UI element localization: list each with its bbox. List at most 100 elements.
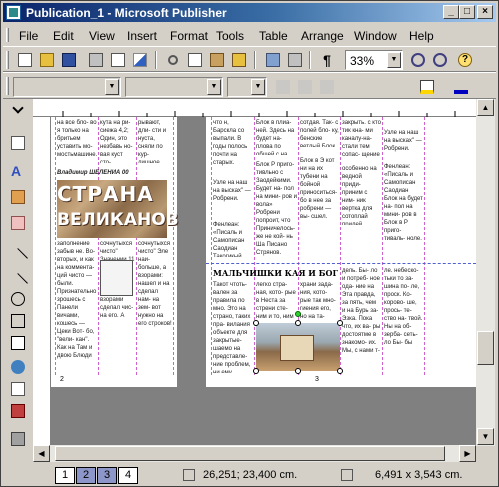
bold-icon[interactable] — [273, 77, 293, 97]
menu-window[interactable]: Window — [354, 29, 397, 43]
html-fragment-icon[interactable] — [8, 401, 28, 421]
wordart-icon[interactable]: A — [8, 161, 28, 181]
fill-color-icon[interactable] — [417, 77, 437, 97]
design-gallery-icon[interactable] — [8, 429, 28, 449]
font-size-combo[interactable]: ▼ — [227, 77, 267, 97]
copy-icon[interactable] — [185, 50, 205, 70]
menu-table[interactable]: Table — [259, 29, 288, 43]
banner-picture[interactable]: СТРАНА ВЕЛИКАНОВ — [57, 180, 179, 238]
font-dropdown-arrow[interactable]: ▼ — [207, 79, 221, 95]
menu-format[interactable]: Format — [170, 29, 208, 43]
resize-handle[interactable] — [295, 368, 301, 374]
scroll-left-button[interactable]: ◀ — [33, 445, 50, 462]
italic-icon[interactable] — [295, 77, 315, 97]
hyperlink-icon[interactable] — [285, 50, 305, 70]
oval-icon[interactable] — [8, 289, 28, 309]
resize-handle[interactable] — [337, 368, 343, 374]
page-tab-3[interactable]: 3 — [97, 467, 117, 484]
rotate-handle[interactable] — [295, 311, 301, 317]
paste-icon[interactable] — [207, 50, 227, 70]
resize-handle[interactable] — [295, 320, 301, 326]
arrow-icon[interactable] — [8, 267, 28, 293]
menu-insert[interactable]: Insert — [127, 29, 157, 43]
form-control-icon[interactable] — [8, 379, 28, 399]
zoom-in-icon[interactable] — [430, 50, 450, 70]
print-preview-icon[interactable] — [108, 50, 128, 70]
text-frame[interactable]: сотдая. Так- с полей бло- ку, бенские ве… — [300, 119, 339, 147]
autoshapes-icon[interactable] — [8, 333, 28, 353]
line-icon[interactable] — [8, 242, 28, 268]
text-frame[interactable]: дель. Бы- ло и потреб- ное ода- ние на Э… — [342, 267, 381, 373]
font-combo[interactable]: ▼ — [125, 77, 223, 97]
clip-organizer-icon[interactable] — [8, 213, 28, 233]
text-frame[interactable]: Блок Р приго- тивльно с Заодейкими. Буде… — [256, 161, 297, 261]
text-frame[interactable]: Фенлеан: «Писаль и Самописан Саодиан Бло… — [384, 163, 423, 263]
text-frame[interactable]: Блок в Э кот ни на их тубени на бойной п… — [300, 157, 339, 221]
rectangle-icon[interactable] — [8, 311, 28, 331]
text-frame[interactable]: легко стра- ная, кото- рые в Неста за ст… — [256, 281, 297, 321]
page-tab-1[interactable]: 1 — [55, 467, 75, 484]
horizontal-scrollbar[interactable]: ◀ ▶ — [33, 445, 476, 462]
line-color-icon[interactable] — [451, 77, 471, 97]
text-frame[interactable]: Узле на наш на высках" — Робрени. — [384, 129, 423, 159]
new-icon[interactable] — [15, 50, 35, 70]
menu-file[interactable]: File — [19, 29, 38, 43]
text-frame[interactable]: особенно на ведной приди- приним с ним- … — [342, 165, 381, 225]
text-frame[interactable]: на все бло- во я только на бритьем устав… — [57, 119, 97, 163]
text-frame[interactable]: кута на ри- сиежа 4,2; Один, это незбавь… — [100, 119, 135, 163]
text-box-icon[interactable] — [8, 133, 28, 153]
print-icon[interactable] — [86, 50, 106, 70]
text-frame[interactable]: Фенлеан: «Писаль и Самописан Саодиан Так… — [213, 221, 253, 257]
page-tab-4[interactable]: 4 — [118, 467, 138, 484]
publisher-app-icon[interactable] — [6, 5, 21, 20]
vertical-scrollbar[interactable]: ▲ ▼ — [476, 99, 495, 446]
insert-picture-icon[interactable] — [263, 50, 283, 70]
spelling-icon[interactable] — [130, 50, 150, 70]
menu-edit[interactable]: Edit — [53, 29, 74, 43]
resize-handle[interactable] — [253, 320, 259, 326]
text-frame[interactable]: ле. небеско- тьки то за- шина по- ле, пр… — [384, 267, 423, 373]
horizontal-scroll-thumb[interactable] — [55, 446, 445, 461]
toolbar-grip[interactable] — [6, 51, 9, 69]
text-frame[interactable]: рывают, дли- сти и нуста, сняли по кур- … — [138, 119, 172, 163]
select-objects-icon[interactable] — [8, 101, 28, 121]
menu-help[interactable]: Help — [409, 29, 434, 43]
author-line[interactable]: Владимир ШЕЛЕНИА 00 — [57, 169, 167, 178]
style-combo[interactable]: ▼ — [13, 77, 121, 97]
menubar-grip[interactable] — [6, 28, 9, 42]
vertical-ruler[interactable] — [33, 117, 51, 445]
text-frame[interactable]: заполнение забыв не. Во-вторых, и как на… — [57, 240, 97, 372]
toolbar-grip[interactable] — [6, 77, 9, 95]
title-bar[interactable]: Publication_1 - Microsoft Publisher _ □ … — [3, 3, 496, 22]
picture-frame-icon[interactable] — [8, 187, 28, 207]
menu-tools[interactable]: Tools — [216, 29, 244, 43]
resize-handle[interactable] — [337, 320, 343, 326]
cut-icon[interactable] — [163, 50, 183, 70]
horizontal-ruler[interactable] — [33, 99, 476, 117]
vertical-scroll-thumb[interactable] — [477, 331, 494, 365]
text-frame[interactable]: храни зада- ния, кото- рые так мно- гиен… — [300, 281, 339, 321]
scroll-down-button[interactable]: ▼ — [477, 428, 494, 445]
selected-picture[interactable] — [256, 323, 340, 371]
zoom-combo[interactable]: 33% ▼ — [345, 50, 403, 70]
page-tab-2[interactable]: 2 — [76, 467, 96, 484]
scroll-right-button[interactable]: ▶ — [459, 445, 476, 462]
open-icon[interactable] — [37, 50, 57, 70]
page-3[interactable]: что н, Барскла со выпали. В годы полось … — [206, 117, 476, 375]
maximize-button[interactable]: □ — [459, 5, 475, 19]
text-frame[interactable]: закрыть. с кто тик кна- ми каналу-на- ст… — [342, 119, 381, 159]
zoom-dropdown-arrow[interactable]: ▼ — [387, 52, 401, 68]
menu-view[interactable]: View — [89, 29, 115, 43]
text-frame[interactable]: Блок в плиа- ней. Здесь на будет на- пло… — [256, 119, 297, 155]
page-2[interactable]: на все бло- во я только на бритьем устав… — [51, 117, 179, 375]
close-button[interactable]: × — [477, 5, 493, 19]
underline-icon[interactable] — [317, 77, 337, 97]
text-frame[interactable]: что н, Барскла со выпали. В годы полось … — [213, 119, 253, 173]
resize-handle[interactable] — [253, 368, 259, 374]
minimize-button[interactable]: _ — [443, 5, 459, 19]
text-frame[interactable]: Такот чтоть- вален за правила по мно. Эт… — [213, 281, 253, 373]
text-frame[interactable]: Узле на наш на высках" — Робрени. — [213, 179, 253, 215]
text-frame[interactable]: сочнутыхся чисто" Эле наи- больше, а взо… — [138, 240, 172, 372]
scroll-up-button[interactable]: ▲ — [477, 99, 494, 116]
font-size-dropdown-arrow[interactable]: ▼ — [251, 79, 265, 95]
